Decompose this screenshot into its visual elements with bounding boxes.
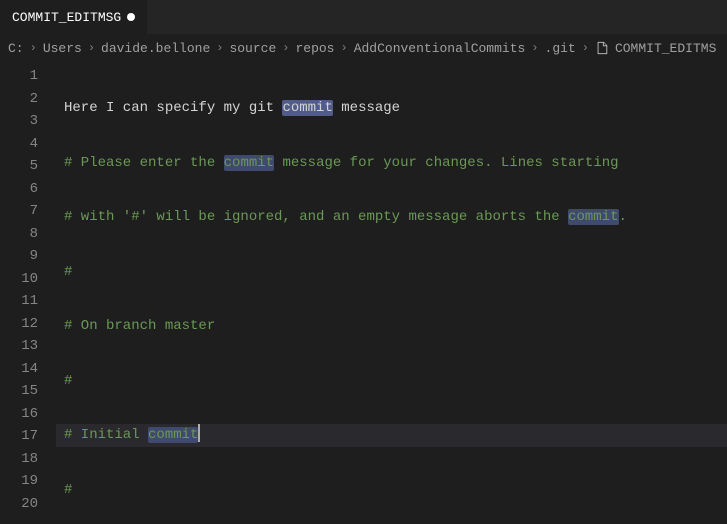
breadcrumb-item[interactable]: repos: [295, 41, 334, 56]
modified-indicator-icon: [127, 13, 135, 21]
line-number: 6: [0, 178, 38, 201]
tab-bar: COMMIT_EDITMSG: [0, 0, 727, 35]
chevron-right-icon: ›: [582, 41, 589, 55]
line-number: 15: [0, 380, 38, 403]
editor[interactable]: 1 2 3 4 5 6 7 8 9 10 11 12 13 14 15 16 1…: [0, 61, 727, 524]
breadcrumb-item[interactable]: C:: [8, 41, 24, 56]
code-line: #: [56, 370, 727, 393]
line-number: 13: [0, 335, 38, 358]
breadcrumb-item[interactable]: Users: [43, 41, 82, 56]
file-icon: [595, 41, 609, 55]
code-line: # Please enter the commit message for yo…: [56, 152, 727, 175]
breadcrumb-file[interactable]: COMMIT_EDITMS: [615, 41, 716, 56]
chevron-right-icon: ›: [282, 41, 289, 55]
code-line: Here I can specify my git commit message: [56, 97, 727, 120]
code-line-active: # Initial commit: [56, 424, 727, 447]
tab-commit-editmsg[interactable]: COMMIT_EDITMSG: [0, 0, 148, 34]
chevron-right-icon: ›: [30, 41, 37, 55]
line-number: 5: [0, 155, 38, 178]
code-area[interactable]: Here I can specify my git commit message…: [56, 61, 727, 524]
line-number: 9: [0, 245, 38, 268]
line-number: 7: [0, 200, 38, 223]
line-number: 1: [0, 65, 38, 88]
chevron-right-icon: ›: [216, 41, 223, 55]
line-number: 10: [0, 268, 38, 291]
line-number: 16: [0, 403, 38, 426]
line-number: 19: [0, 470, 38, 493]
code-line: # with '#' will be ignored, and an empty…: [56, 206, 727, 229]
breadcrumb-item[interactable]: davide.bellone: [101, 41, 210, 56]
line-number: 11: [0, 290, 38, 313]
line-number: 8: [0, 223, 38, 246]
breadcrumb-item[interactable]: AddConventionalCommits: [354, 41, 526, 56]
code-line: #: [56, 479, 727, 502]
code-line: #: [56, 261, 727, 284]
breadcrumb-item[interactable]: .git: [545, 41, 576, 56]
chevron-right-icon: ›: [340, 41, 347, 55]
gutter: 1 2 3 4 5 6 7 8 9 10 11 12 13 14 15 16 1…: [0, 61, 56, 524]
line-number: 3: [0, 110, 38, 133]
line-number: 12: [0, 313, 38, 336]
line-number: 4: [0, 133, 38, 156]
code-line: # On branch master: [56, 315, 727, 338]
chevron-right-icon: ›: [88, 41, 95, 55]
chevron-right-icon: ›: [531, 41, 538, 55]
line-number: 18: [0, 448, 38, 471]
line-number: 20: [0, 493, 38, 516]
line-number: 2: [0, 88, 38, 111]
tab-title: COMMIT_EDITMSG: [12, 10, 121, 25]
breadcrumb-item[interactable]: source: [229, 41, 276, 56]
line-number: 17: [0, 425, 38, 448]
line-number: 14: [0, 358, 38, 381]
breadcrumb: C: › Users › davide.bellone › source › r…: [0, 35, 727, 61]
cursor-icon: [198, 424, 200, 442]
